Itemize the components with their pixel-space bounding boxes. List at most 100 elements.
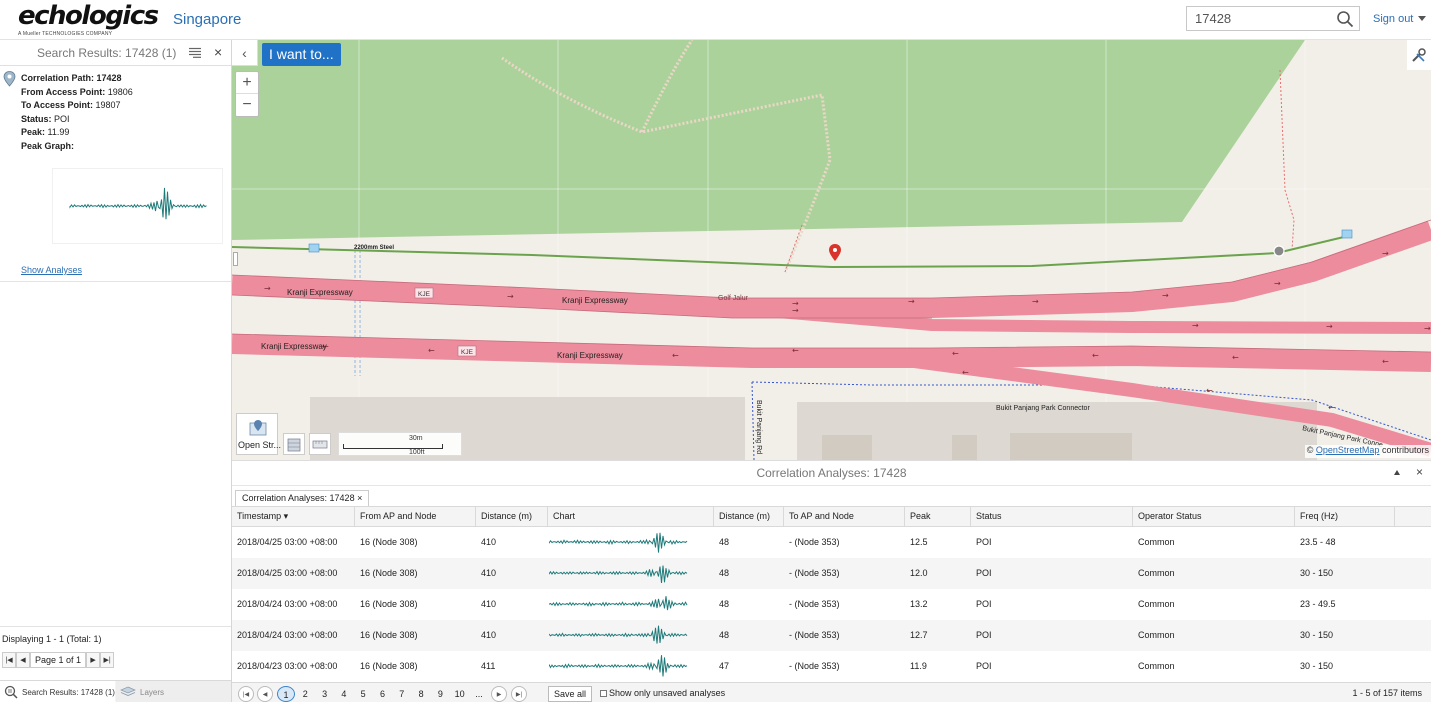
location-marker-icon[interactable] — [829, 244, 841, 261]
map-view[interactable]: → → → → → → → → → → → → ← ← ← ← ← ← ← ← ← ← ← 2200mm Stee… — [232, 40, 1431, 460]
waveform-chart — [549, 625, 688, 644]
cell-status: POI — [976, 599, 992, 609]
cell-timestamp: 2018/04/23 03:00 +08:00 — [237, 661, 338, 671]
first-page-button[interactable]: |◀ — [2, 652, 16, 668]
save-all-button[interactable]: Save all — [548, 686, 593, 702]
col-from-ap[interactable]: From AP and Node — [355, 507, 476, 526]
node-icon[interactable] — [1273, 245, 1285, 257]
cell-dist2: 48 — [719, 630, 730, 640]
sign-out-link[interactable]: Sign out — [1373, 13, 1413, 25]
page-number-button[interactable]: 7 — [393, 686, 411, 702]
col-timestamp[interactable]: Timestamp ▾ — [232, 507, 355, 526]
page-number-button[interactable]: 3 — [316, 686, 334, 702]
page-number-button[interactable]: ... — [470, 686, 488, 702]
prev-page-button[interactable]: ◀ — [257, 686, 273, 702]
basemap-selector[interactable]: Open Str... — [236, 413, 281, 455]
chevron-up-icon[interactable] — [1394, 470, 1400, 475]
access-point-icon[interactable] — [308, 243, 320, 253]
zoom-in-button[interactable]: + — [236, 72, 258, 94]
scale-line — [343, 444, 443, 449]
openstreetmap-link[interactable]: OpenStreetMap — [1316, 445, 1380, 455]
list-icon[interactable] — [189, 47, 201, 58]
cell-dist1: 410 — [481, 630, 497, 640]
road-label-vertical: Bukit Panjang Rd — [755, 400, 762, 454]
map-attribution: © OpenStreetMap contributors — [1304, 445, 1431, 458]
cell-status: POI — [976, 661, 992, 671]
measure-button[interactable] — [309, 433, 331, 455]
show-analyses-link[interactable]: Show Analyses — [21, 265, 82, 275]
prev-page-button[interactable]: ◀ — [16, 652, 30, 668]
analyses-title: Correlation Analyses: 17428 — [756, 466, 907, 480]
page-number-button[interactable]: 1 — [277, 686, 295, 702]
last-page-button[interactable]: ▶| — [100, 652, 115, 668]
close-icon[interactable]: × — [214, 44, 222, 60]
cell-dist1: 410 — [481, 568, 497, 578]
only-unsaved-toggle[interactable]: Show only unsaved analyses — [600, 688, 725, 698]
table-row[interactable]: 2018/04/24 03:00 +08:00 16 (Node 308) 410 4… — [232, 589, 1431, 620]
peak-graph-waveform — [69, 187, 207, 220]
result-item[interactable]: Correlation Path: 17428 From Access Poin… — [0, 68, 231, 282]
map-canvas[interactable]: →→→→ → →→→ →→ →→ ← ←←← ← ← ← ← ←←← 2200mm Stee… — [232, 40, 1431, 460]
chevron-down-icon[interactable] — [1418, 16, 1426, 21]
col-distance-2[interactable]: Distance (m) — [714, 507, 784, 526]
zoom-out-button[interactable]: − — [236, 94, 258, 116]
close-icon[interactable]: × — [1416, 465, 1423, 479]
only-unsaved-checkbox[interactable] — [600, 689, 607, 697]
first-page-button[interactable]: |◀ — [238, 686, 254, 702]
next-page-button[interactable]: ▶ — [491, 686, 507, 702]
page-number-button[interactable]: 4 — [335, 686, 353, 702]
tab-correlation-analyses[interactable]: Correlation Analyses: 17428 × — [235, 490, 370, 506]
correlation-analyses-panel: Correlation Analyses: 17428 × Correlatio… — [232, 460, 1431, 702]
cell-status: POI — [976, 568, 992, 578]
waveform-chart — [549, 596, 688, 611]
map-handle[interactable] — [233, 252, 238, 266]
table-row[interactable]: 2018/04/25 03:00 +08:00 16 (Node 308) 410 4… — [232, 527, 1431, 558]
waveform-chart — [549, 565, 688, 583]
left-panel-tabs: Search Results: 17428 (1) Layers — [0, 680, 231, 702]
next-page-button[interactable]: ▶ — [86, 652, 101, 668]
page-number-button[interactable]: 9 — [431, 686, 449, 702]
col-peak[interactable]: Peak — [905, 507, 971, 526]
tab-close-icon[interactable]: × — [357, 493, 362, 503]
cell-dist2: 48 — [719, 599, 730, 609]
analyses-pager: |◀ ◀ 1 2 3 4 5 6 7 8 9 10... ▶ ▶| Save all Show o… — [232, 682, 1431, 702]
col-operator-status[interactable]: Operator Status — [1133, 507, 1295, 526]
table-row[interactable]: 2018/04/24 03:00 +08:00 16 (Node 308) 410 4… — [232, 620, 1431, 651]
page-number-button[interactable]: 8 — [412, 686, 430, 702]
col-status[interactable]: Status — [971, 507, 1133, 526]
col-to-ap[interactable]: To AP and Node — [784, 507, 905, 526]
i-want-to-button[interactable]: I want to... — [262, 43, 341, 66]
col-chart[interactable]: Chart — [548, 507, 714, 526]
svg-text:→: → — [1326, 322, 1333, 331]
results-footer: Displaying 1 - 1 (Total: 1) |◀ ◀ Page 1 … — [0, 626, 231, 668]
tab-layers[interactable]: Layers — [116, 681, 231, 702]
page-number-button[interactable]: 2 — [296, 686, 314, 702]
tab-search-results[interactable]: Search Results: 17428 (1) — [0, 681, 115, 702]
search-icon[interactable] — [1336, 10, 1354, 28]
cell-dist1: 410 — [481, 599, 497, 609]
access-point-icon[interactable] — [1341, 229, 1353, 239]
table-row[interactable]: 2018/04/23 03:00 +08:00 16 (Node 308) 411 4… — [232, 651, 1431, 682]
page-number-button[interactable]: 10 — [451, 686, 469, 702]
svg-text:←: ← — [1092, 351, 1099, 360]
last-page-button[interactable]: ▶| — [511, 686, 527, 702]
basemap-thumb-button[interactable] — [283, 433, 305, 455]
search-input[interactable] — [1187, 7, 1327, 30]
tools-button[interactable] — [1407, 40, 1431, 70]
page-number-button[interactable]: 6 — [374, 686, 392, 702]
road-label: Kranji Expressway — [562, 296, 628, 305]
table-row[interactable]: 2018/04/25 03:00 +08:00 16 (Node 308) 410 4… — [232, 558, 1431, 589]
logo-text: echologics — [18, 1, 159, 31]
col-distance-1[interactable]: Distance (m) — [476, 507, 548, 526]
only-unsaved-label: Show only unsaved analyses — [609, 688, 726, 698]
svg-text:→: → — [507, 292, 514, 301]
col-freq[interactable]: Freq (Hz) — [1295, 507, 1395, 526]
collapse-panel-button[interactable]: ‹ — [232, 40, 258, 66]
echologics-logo[interactable]: echologics A Mueller TECHNOLOGIES COMPAN… — [18, 1, 159, 37]
page-number-button[interactable]: 5 — [354, 686, 372, 702]
results-pager: |◀ ◀ Page 1 of 1 ▶ ▶| — [2, 652, 115, 668]
building-icon — [287, 438, 301, 452]
attribution-copyright: © — [1306, 445, 1314, 455]
cell-op-status: Common — [1138, 568, 1175, 578]
kranji-expressway-westbound — [232, 334, 1431, 372]
